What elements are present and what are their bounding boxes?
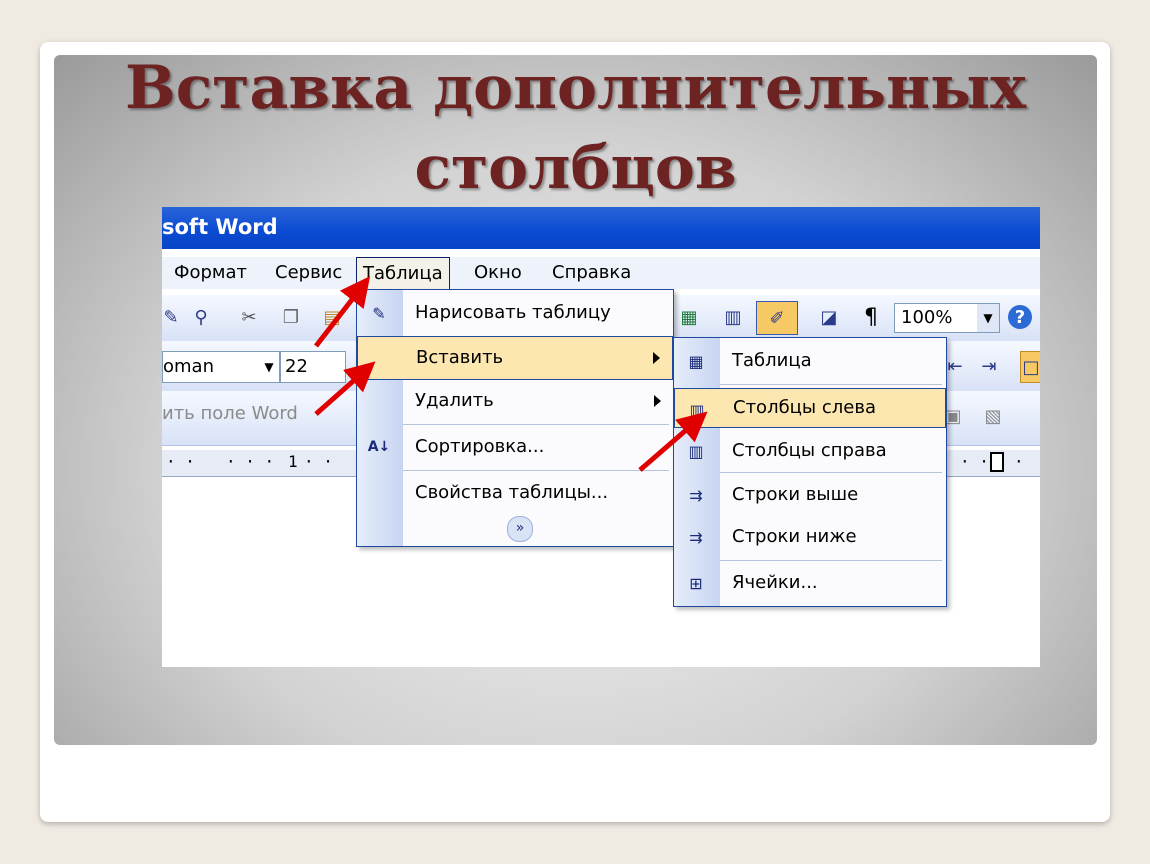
submenu-arrow-icon bbox=[654, 395, 661, 407]
border-icon[interactable]: □ bbox=[1020, 351, 1040, 383]
help-icon[interactable]: ? bbox=[1008, 305, 1032, 329]
font-name-value: oman bbox=[163, 356, 214, 377]
doc-map-icon[interactable]: ◪ bbox=[816, 305, 842, 329]
shading-icon[interactable]: ▧ bbox=[980, 403, 1006, 429]
drawing-icon[interactable]: ✐ bbox=[756, 301, 798, 335]
zoom-value: 100% bbox=[901, 307, 953, 328]
draw-table-icon: ✎ bbox=[372, 303, 386, 323]
submenu-item-columns-left[interactable]: ▥ Столбцы слева bbox=[674, 388, 946, 428]
submenu-item-table[interactable]: ▦ Таблица bbox=[674, 340, 946, 382]
table-icon: ▦ bbox=[688, 351, 704, 371]
table-menu: ✎ Нарисовать таблицу Вставить Удалить А↓… bbox=[356, 289, 674, 547]
menu-item-sort[interactable]: А↓ Сортировка... bbox=[357, 426, 673, 468]
cells-icon: ⊞ bbox=[689, 573, 703, 593]
menu-item-draw-table[interactable]: ✎ Нарисовать таблицу bbox=[357, 292, 673, 334]
research-icon[interactable]: ⚲ bbox=[188, 305, 214, 329]
submenu-item-cells[interactable]: ⊞ Ячейки... bbox=[674, 562, 946, 604]
window-title: soft Word bbox=[162, 215, 278, 239]
menu-service[interactable]: Сервис bbox=[275, 262, 342, 283]
menu-table[interactable]: Таблица bbox=[356, 257, 450, 291]
chevron-down-icon: ▼ bbox=[977, 304, 999, 332]
chevron-down-icon: ▼ bbox=[264, 360, 274, 374]
slide-title: Вставка дополнительных столбцов bbox=[54, 48, 1097, 208]
expand-menu-icon[interactable]: » bbox=[507, 516, 533, 542]
rows-below-icon: ⇉ bbox=[689, 527, 703, 547]
zoom-select[interactable]: 100% ▼ bbox=[894, 303, 1000, 333]
rows-above-icon: ⇉ bbox=[689, 485, 703, 505]
menu-window[interactable]: Окно bbox=[474, 262, 522, 283]
paste-icon[interactable]: ▤ bbox=[319, 305, 345, 329]
font-size-select[interactable]: 22 bbox=[280, 351, 346, 383]
window-titlebar: soft Word bbox=[162, 207, 1040, 249]
menu-format[interactable]: Формат bbox=[174, 262, 247, 283]
indent-marker-icon[interactable] bbox=[990, 452, 1004, 472]
ruler-marker: 1 bbox=[288, 452, 298, 471]
columns-left-icon: ▥ bbox=[689, 400, 705, 420]
cut-icon[interactable]: ✂ bbox=[236, 305, 262, 329]
copy-icon[interactable]: ❐ bbox=[278, 305, 304, 329]
slide-title-line2: столбцов bbox=[414, 133, 737, 203]
font-size-value: 22 bbox=[285, 356, 308, 377]
insert-submenu: ▦ Таблица ▥ Столбцы слева ▥ Столбцы спра… bbox=[673, 337, 947, 607]
submenu-item-columns-right[interactable]: ▥ Столбцы справа bbox=[674, 430, 946, 472]
submenu-item-rows-below[interactable]: ⇉ Строки ниже bbox=[674, 516, 946, 558]
slide-title-line1: Вставка дополнительных bbox=[125, 53, 1026, 123]
menu-item-delete[interactable]: Удалить bbox=[357, 380, 673, 422]
pilcrow-icon[interactable]: ¶ bbox=[858, 305, 884, 330]
menu-item-table-properties[interactable]: Свойства таблицы... bbox=[357, 472, 673, 514]
menu-item-insert[interactable]: Вставить bbox=[357, 336, 673, 380]
columns-right-icon: ▥ bbox=[688, 441, 704, 461]
columns-icon[interactable]: ▥ bbox=[720, 305, 746, 329]
menu-help[interactable]: Справка bbox=[552, 262, 631, 283]
submenu-arrow-icon bbox=[653, 352, 660, 364]
insert-field-label[interactable]: ить поле Word bbox=[162, 403, 298, 424]
submenu-item-rows-above[interactable]: ⇉ Строки выше bbox=[674, 474, 946, 516]
excel-table-icon[interactable]: ▦ bbox=[676, 305, 702, 329]
increase-indent-icon[interactable]: ⇥ bbox=[976, 353, 1002, 379]
font-name-select[interactable]: oman ▼ bbox=[162, 351, 280, 383]
edit-icon[interactable]: ✎ bbox=[162, 305, 180, 329]
sort-az-icon: А↓ bbox=[367, 439, 391, 455]
